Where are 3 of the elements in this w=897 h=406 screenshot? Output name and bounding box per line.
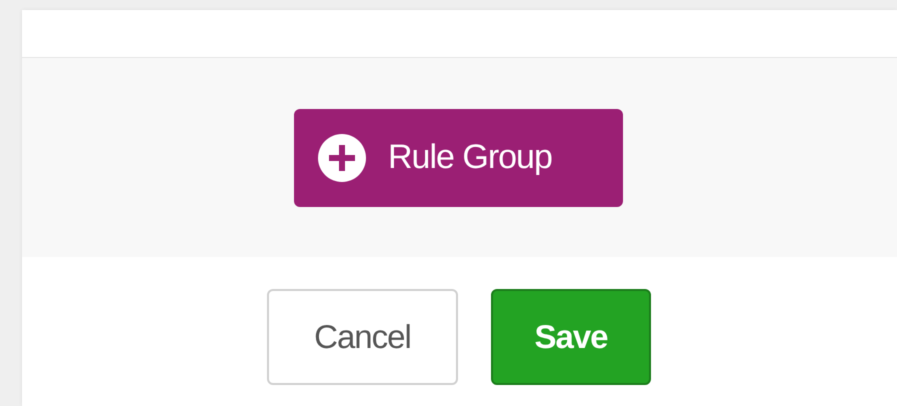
cancel-button[interactable]: Cancel bbox=[267, 289, 458, 385]
plus-circle-icon bbox=[318, 134, 366, 182]
add-rule-group-button[interactable]: Rule Group bbox=[294, 108, 623, 206]
